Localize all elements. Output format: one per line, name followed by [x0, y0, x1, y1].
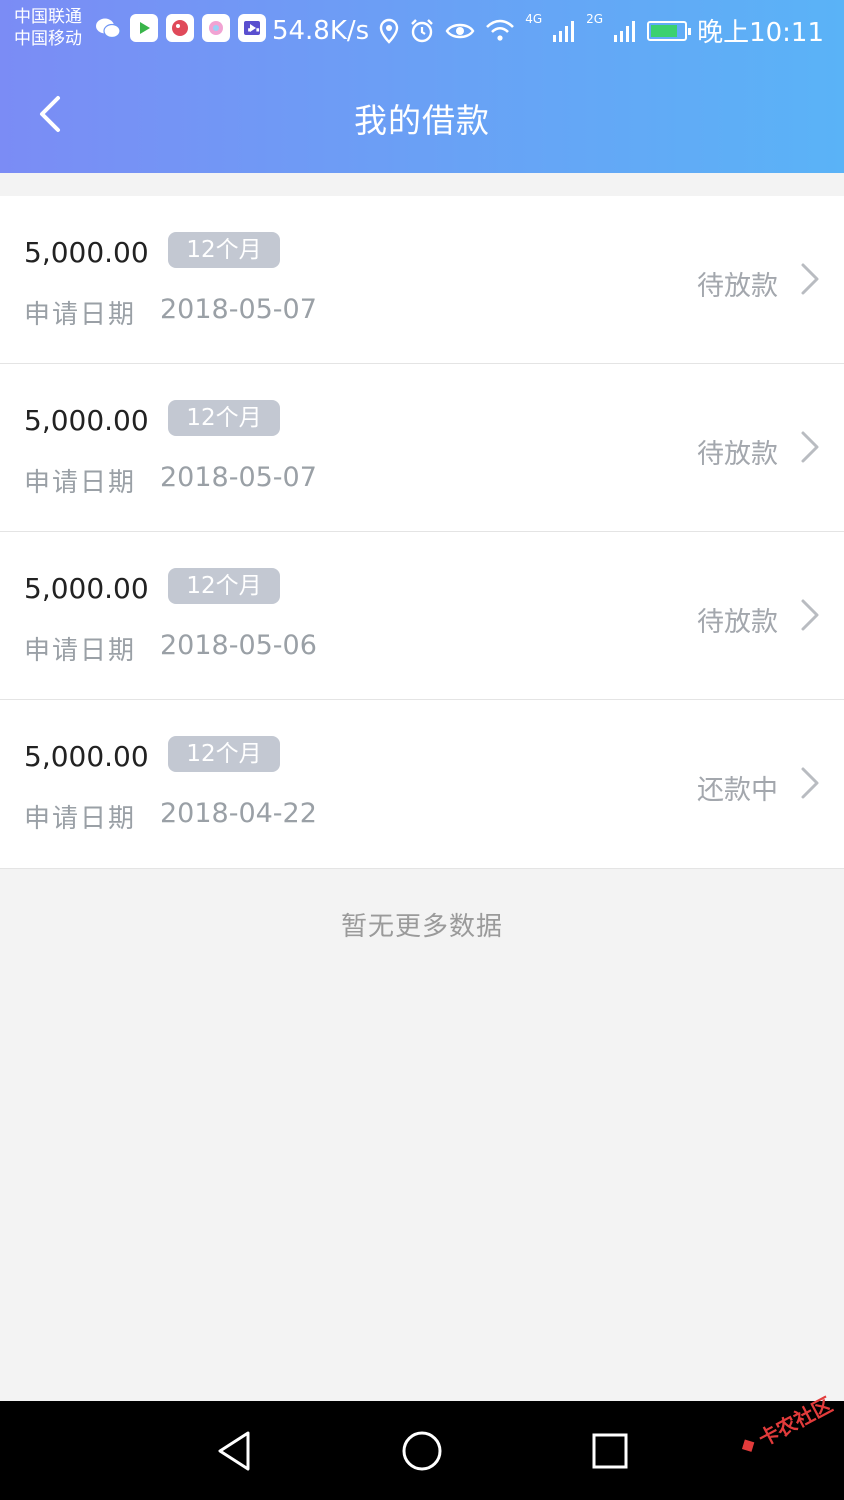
nav-back-button[interactable]	[206, 1425, 262, 1477]
apply-date: 2018-05-07	[160, 462, 317, 493]
carrier-2: 中国移动	[14, 29, 82, 49]
notification-icons	[94, 14, 266, 42]
apply-date: 2018-05-06	[160, 630, 317, 661]
network-speed: 54.8K/s	[271, 15, 370, 46]
apply-date-label: 申请日期	[24, 468, 137, 498]
loan-row-2[interactable]: 5,000.00 12个月 申请日期 2018-05-07 待放款	[0, 364, 844, 532]
dots: ··	[245, 15, 262, 46]
loan-row-1[interactable]: 5,000.00 12个月 申请日期 2018-05-07 待放款	[0, 196, 844, 364]
no-more-data-text: 暂无更多数据	[340, 912, 503, 942]
nav-back-icon	[218, 1431, 250, 1471]
eye-icon	[445, 23, 475, 38]
term-badge: 12个月	[168, 232, 280, 268]
carrier-info: 中国联通 中国移动	[14, 6, 82, 50]
status-right: ·· 54.8K/s 4G 2G 晚上10:11	[245, 12, 824, 49]
apply-date: 2018-05-07	[160, 294, 317, 325]
network-type-1: 4G	[525, 12, 543, 26]
signal-icon	[553, 20, 575, 42]
status-bar: 中国联通 中国移动 ·· 54.8K/s 4G 2G 晚上10:11	[0, 0, 844, 60]
apply-date-label: 申请日期	[24, 636, 137, 666]
nav-home-icon	[402, 1431, 442, 1471]
loan-status: 待放款	[697, 607, 778, 638]
loan-row-4[interactable]: 5,000.00 12个月 申请日期 2018-04-22 还款中	[0, 700, 844, 869]
chevron-right-icon	[801, 767, 819, 799]
watermark: 卡农社区	[733, 1389, 837, 1462]
video-app-icon	[130, 14, 158, 42]
carrier-1: 中国联通	[14, 7, 82, 27]
system-nav-bar: 卡农社区	[0, 1392, 844, 1500]
watermark-logo-icon	[741, 1439, 755, 1452]
nav-recents-button[interactable]	[582, 1425, 638, 1477]
loan-amount: 5,000.00	[24, 404, 149, 437]
term-badge: 12个月	[168, 568, 280, 604]
wifi-icon	[486, 19, 515, 41]
signal-icon-2	[614, 20, 636, 42]
chevron-right-icon	[801, 431, 819, 463]
term-badge: 12个月	[168, 400, 280, 436]
loan-status: 待放款	[697, 271, 778, 302]
clock: 晚上10:11	[697, 18, 824, 48]
apply-date-label: 申请日期	[24, 300, 137, 330]
apply-date: 2018-04-22	[160, 798, 317, 829]
battery-icon	[647, 20, 692, 41]
nav-home-button[interactable]	[394, 1425, 450, 1477]
gallery-app-icon	[202, 14, 230, 42]
alarm-icon	[411, 18, 434, 42]
term-badge: 12个月	[168, 736, 280, 772]
nav-bar: 我的借款	[0, 60, 844, 173]
network-type-2: 2G	[586, 12, 604, 26]
watermark-text: 卡农社区	[754, 1392, 837, 1452]
loan-amount: 5,000.00	[24, 740, 149, 773]
bird-app-icon	[166, 14, 194, 42]
loan-status: 待放款	[697, 439, 778, 470]
chevron-right-icon	[801, 599, 819, 631]
loan-list: 5,000.00 12个月 申请日期 2018-05-07 待放款 5,000.…	[0, 196, 844, 869]
loan-amount: 5,000.00	[24, 572, 149, 605]
chevron-right-icon	[801, 263, 819, 295]
loan-amount: 5,000.00	[24, 236, 149, 269]
loan-row-3[interactable]: 5,000.00 12个月 申请日期 2018-05-06 待放款	[0, 532, 844, 700]
loan-status: 还款中	[697, 775, 778, 806]
location-icon	[379, 18, 399, 44]
nav-recents-icon	[592, 1433, 628, 1469]
header: 中国联通 中国移动 ·· 54.8K/s 4G 2G 晚上10:11 我的借款	[0, 0, 844, 173]
wechat-icon	[94, 14, 122, 42]
apply-date-label: 申请日期	[24, 804, 137, 834]
page-title: 我的借款	[354, 101, 490, 140]
